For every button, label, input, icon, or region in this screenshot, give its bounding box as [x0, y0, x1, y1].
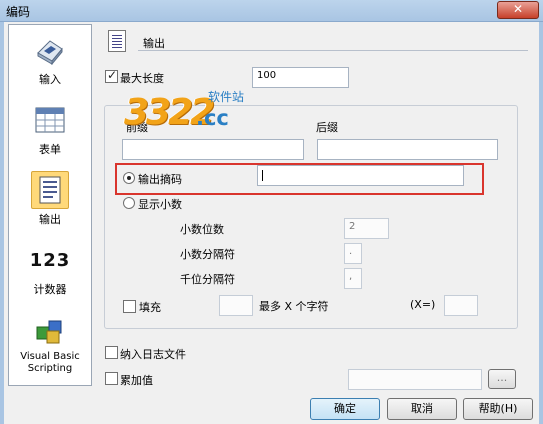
title-bar: 编码 ✕	[0, 0, 543, 22]
prefix-input[interactable]	[122, 139, 304, 160]
pad-max-label: 最多 X 个字符	[259, 300, 329, 313]
vb-label-line2: Scripting	[27, 363, 73, 374]
output-panel: 输出 最大长度 100 前缀 后缀 输出摘码 显示小数 小数位数 2 小数分隔符…	[98, 24, 535, 394]
accumulate-input[interactable]	[348, 369, 482, 390]
decimal-places-input[interactable]: 2	[344, 218, 389, 239]
thousands-separator-input[interactable]: ,	[344, 268, 362, 289]
sidebar-item-label: 输入	[39, 73, 61, 86]
decimal-separator-input[interactable]: .	[344, 243, 362, 264]
accumulate-checkbox[interactable]	[105, 372, 118, 385]
window-frame-right	[539, 22, 543, 424]
log-file-checkbox[interactable]	[105, 346, 118, 359]
max-length-input[interactable]: 100	[252, 67, 349, 88]
vb-label-line1: Visual Basic	[20, 351, 80, 362]
suffix-input[interactable]	[317, 139, 498, 160]
logo-domain: .cc	[196, 106, 229, 130]
sidebar-item-label: 计数器	[33, 283, 67, 296]
sidebar-item-label: 输出	[39, 213, 61, 226]
sidebar-item-input[interactable]: 输入	[9, 31, 91, 87]
decimal-places-label: 小数位数	[180, 223, 224, 236]
vb-script-icon	[36, 320, 62, 344]
close-icon: ✕	[512, 2, 524, 16]
show-decimal-label: 显示小数	[138, 198, 182, 211]
log-file-label: 纳入日志文件	[120, 348, 186, 361]
thousands-separator-label: 千位分隔符	[180, 273, 235, 286]
highlight-box	[115, 163, 484, 195]
logo-text: 软件站	[208, 90, 245, 104]
show-decimal-radio[interactable]	[123, 197, 135, 209]
pad-label: 填充	[139, 301, 161, 314]
close-button[interactable]: ✕	[497, 1, 539, 19]
sidebar-item-label: Visual Basic Scripting	[9, 351, 91, 375]
max-length-label: 最大长度	[120, 72, 164, 85]
document-icon	[108, 30, 126, 52]
header-divider	[138, 50, 528, 51]
watermark-logo: 3322 .cc 软件站	[124, 86, 264, 136]
sidebar-item-vb-scripting[interactable]: Visual Basic Scripting	[9, 311, 91, 375]
cancel-button[interactable]: 取消	[387, 398, 457, 420]
sidebar-item-label: 表单	[39, 143, 61, 156]
category-sidebar: 输入 表单 输出 123 计数器 Visual Basic Scripting	[8, 24, 92, 386]
window-frame-left	[0, 22, 4, 424]
help-button[interactable]: 帮助(H)	[463, 398, 533, 420]
pad-char-input[interactable]	[219, 295, 253, 316]
sidebar-item-output[interactable]: 输出	[9, 171, 91, 227]
max-length-checkbox[interactable]	[105, 68, 118, 83]
decimal-separator-label: 小数分隔符	[180, 248, 235, 261]
pad-x-label: (X=)	[410, 298, 436, 311]
table-icon	[35, 107, 65, 133]
sidebar-item-counter[interactable]: 123 计数器	[9, 241, 91, 297]
document-icon	[39, 176, 61, 204]
pad-checkbox[interactable]	[123, 300, 136, 313]
keyboard-icon	[37, 40, 63, 65]
ok-button[interactable]: 确定	[310, 398, 380, 420]
window-title: 编码	[6, 5, 31, 19]
sidebar-item-form[interactable]: 表单	[9, 101, 91, 157]
suffix-label: 后缀	[316, 121, 338, 134]
panel-title: 输出	[143, 37, 165, 50]
counter-icon: 123	[29, 249, 71, 271]
browse-button[interactable]: ...	[488, 369, 516, 389]
accumulate-label: 累加值	[120, 374, 153, 387]
pad-x-input[interactable]	[444, 295, 478, 316]
